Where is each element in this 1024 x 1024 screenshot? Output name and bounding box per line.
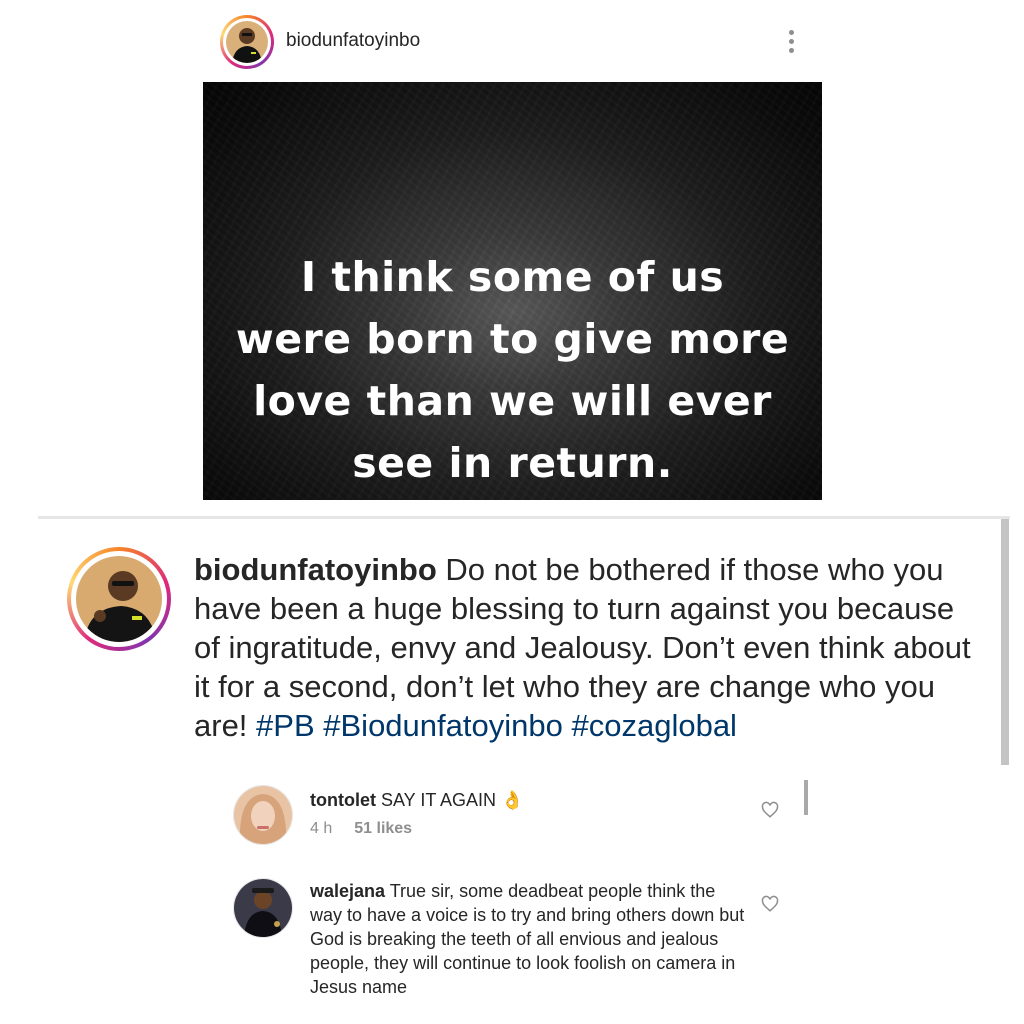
more-vertical-icon[interactable] (782, 28, 800, 58)
heart-outline-icon[interactable] (761, 895, 779, 913)
heart-outline-icon[interactable] (761, 801, 779, 819)
comment-avatar[interactable] (233, 785, 293, 845)
hashtag-link[interactable]: #Biodunfatoyinbo (323, 708, 563, 743)
scrollbar[interactable] (804, 780, 808, 815)
quote-line: love than we will ever (253, 377, 772, 425)
comment-username[interactable]: tontolet (310, 790, 376, 810)
post-caption: biodunfatoyinbo Do not be bothered if th… (194, 550, 984, 764)
caption-author-avatar[interactable] (67, 547, 171, 651)
author-photo (76, 556, 162, 642)
comment-body: walejana True sir, some deadbeat people … (310, 879, 750, 999)
quote-line: I think some of us (300, 253, 725, 301)
instagram-post-view: biodunfatoyinbo I think some of us were … (0, 0, 1024, 1024)
comment-meta: 4 h 51 likes (310, 820, 412, 838)
author-photo (226, 21, 268, 63)
comment-body: tontolet SAY IT AGAIN 👌 (310, 788, 740, 812)
hashtag-link[interactable]: #PB (256, 708, 315, 743)
comment-time: 4 h (310, 820, 333, 837)
post-author-avatar[interactable] (220, 15, 274, 69)
comment-text: SAY IT AGAIN 👌 (375, 790, 524, 810)
quote-line: were born to give more (235, 315, 790, 363)
divider (38, 516, 1010, 519)
hashtag-link[interactable]: #cozaglobal (571, 708, 736, 743)
comment-likes-link[interactable]: 51 likes (354, 820, 412, 837)
caption-username[interactable]: biodunfatoyinbo (194, 552, 437, 587)
commenter-photo (234, 879, 292, 937)
quote-line: see in return. (352, 439, 673, 487)
post-image[interactable]: I think some of us were born to give mor… (203, 82, 822, 500)
scrollbar[interactable] (1001, 519, 1009, 765)
post-image-quote: I think some of us were born to give mor… (203, 246, 822, 494)
commenter-photo (234, 786, 292, 844)
comment-username[interactable]: walejana (310, 881, 385, 901)
post-author-username[interactable]: biodunfatoyinbo (286, 30, 420, 52)
comment-avatar[interactable] (233, 878, 293, 938)
